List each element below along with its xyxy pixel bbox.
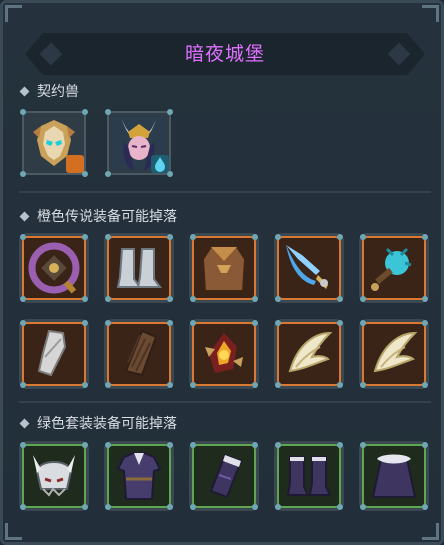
silver-bracer-icon	[37, 329, 67, 377]
white-wing-icon	[288, 331, 333, 373]
legendary-item-slot[interactable]	[359, 319, 429, 389]
set-item-slot[interactable]	[359, 441, 429, 511]
section-header-pets: 契约兽	[19, 81, 79, 101]
bullet-diamond-icon	[19, 86, 30, 96]
set-item-slot[interactable]	[104, 441, 174, 511]
bronze-bracer-icon	[124, 329, 158, 377]
legendary-item-slot[interactable]	[19, 233, 89, 303]
dungeon-drop-panel: 暗夜城堡 契约兽 橙色传说装备可能掉落 绿色套装装备可能掉落	[0, 0, 444, 545]
set-item-slot[interactable]	[19, 441, 89, 511]
legendary-item-slot[interactable]	[104, 319, 174, 389]
water-drop-icon	[151, 155, 169, 173]
legendary-item-slot[interactable]	[19, 319, 89, 389]
panel-corner-ornament	[5, 523, 22, 540]
section-divider	[19, 191, 431, 193]
panel-corner-ornament	[422, 523, 439, 540]
pet-slot-golden-mask[interactable]	[19, 108, 89, 178]
legendary-item-slot[interactable]	[359, 233, 429, 303]
purple-robe-icon	[116, 452, 162, 500]
ice-spear-icon	[286, 245, 328, 289]
section-label: 橙色传说装备可能掉落	[37, 209, 177, 225]
bullet-diamond-icon	[19, 418, 30, 428]
pet-slot-horned-witch[interactable]	[104, 108, 174, 178]
purple-gauntlet-icon	[209, 453, 243, 499]
legendary-item-slot[interactable]	[104, 233, 174, 303]
section-label: 绿色套装装备可能掉落	[37, 416, 177, 432]
bronze-cuirass-icon	[201, 246, 247, 292]
section-label: 契约兽	[37, 84, 79, 100]
panel-corner-ornament	[422, 5, 439, 22]
spiked-shield-icon	[28, 242, 80, 294]
horned-helmet-icon	[33, 455, 75, 497]
title-bar: 暗夜城堡	[25, 33, 425, 75]
section-divider	[19, 401, 431, 403]
legendary-item-slot[interactable]	[274, 319, 344, 389]
bullet-diamond-icon	[19, 211, 30, 221]
section-header-legendary: 橙色传说装备可能掉落	[19, 206, 177, 226]
purple-cape-icon	[371, 454, 417, 498]
fire-element-icon	[66, 155, 84, 173]
set-item-slot[interactable]	[274, 441, 344, 511]
flame-gem-icon	[205, 333, 243, 373]
white-wing-icon	[373, 331, 418, 373]
set-item-slot[interactable]	[189, 441, 259, 511]
purple-boots-icon	[286, 456, 332, 496]
dungeon-title: 暗夜城堡	[184, 43, 265, 65]
section-header-set: 绿色套装装备可能掉落	[19, 413, 177, 433]
legendary-item-slot[interactable]	[274, 233, 344, 303]
silver-boots-icon	[116, 248, 162, 288]
panel-corner-ornament	[5, 5, 22, 22]
legendary-item-slot[interactable]	[189, 319, 259, 389]
frost-mace-icon	[371, 247, 412, 291]
legendary-item-slot[interactable]	[189, 233, 259, 303]
